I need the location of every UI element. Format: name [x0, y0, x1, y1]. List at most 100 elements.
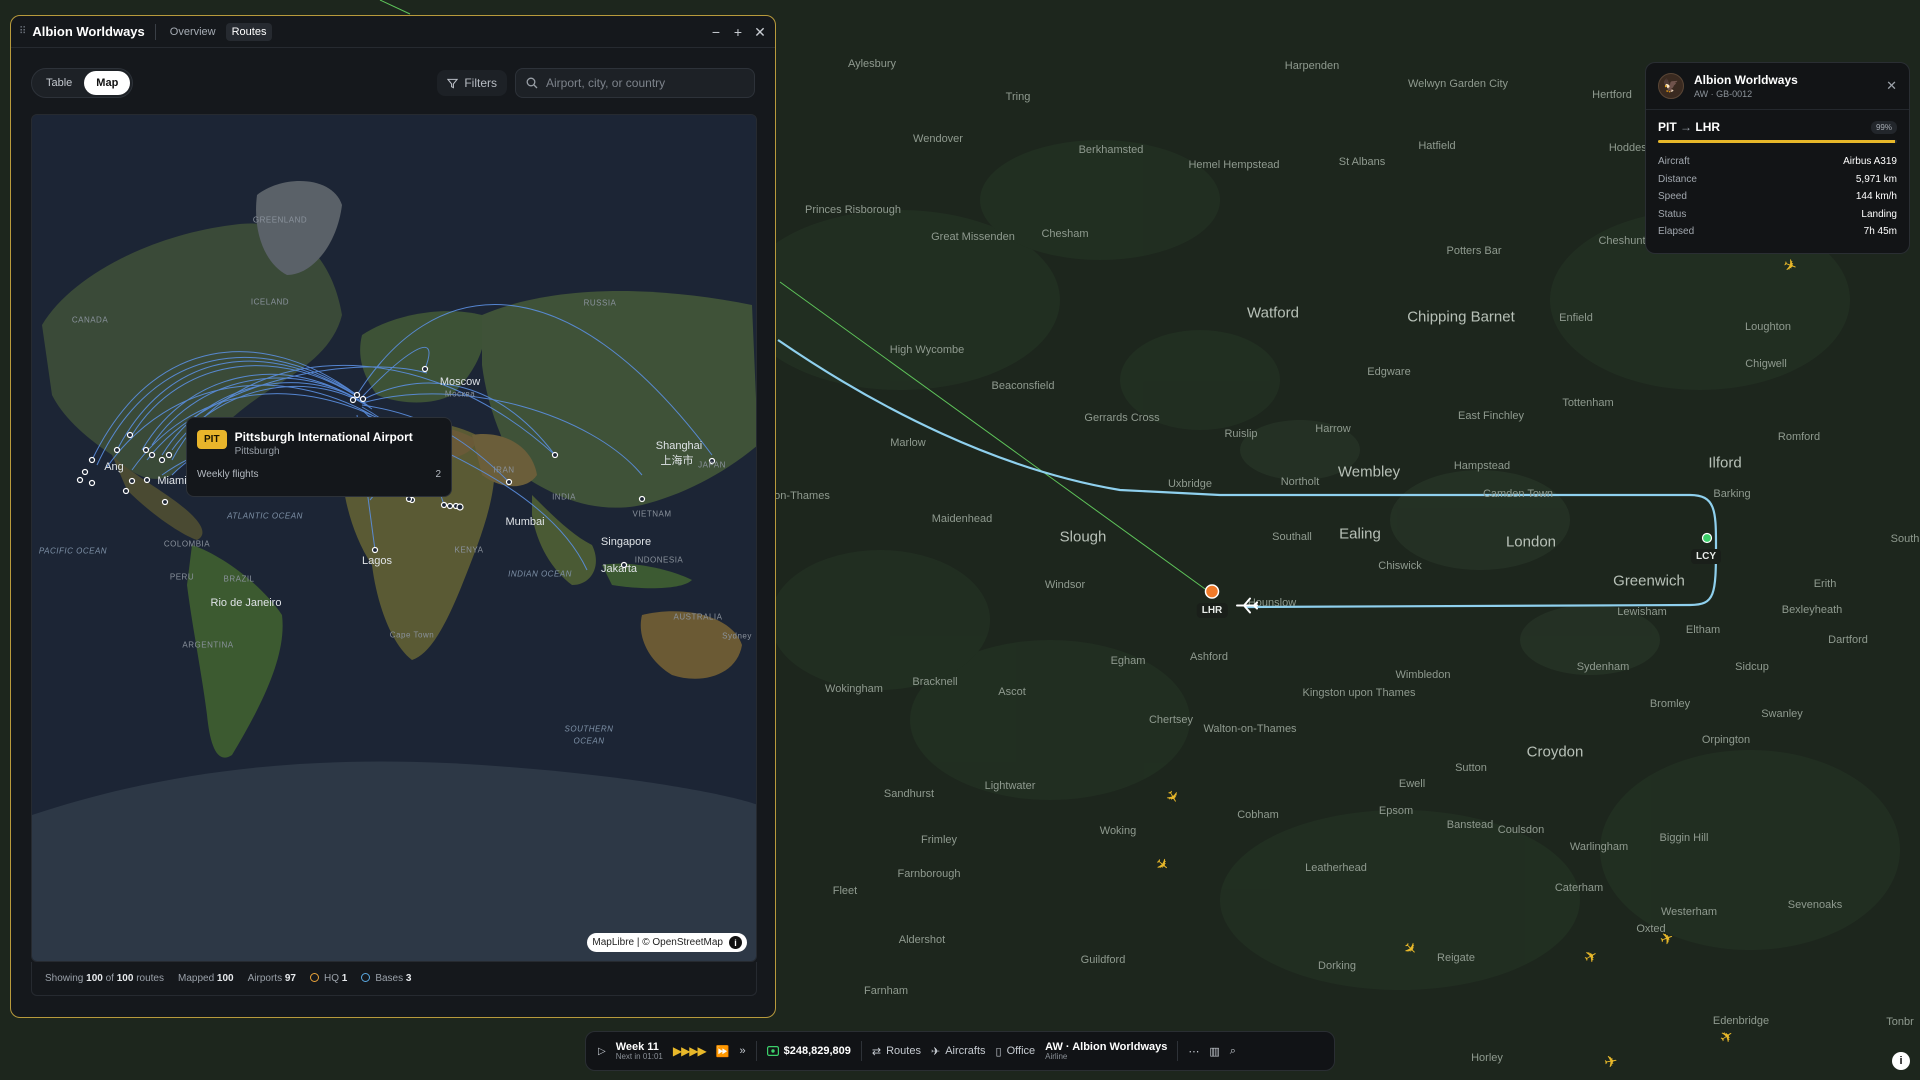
map-place-label: Sutton	[1455, 762, 1487, 774]
map-place-label: Caterham	[1554, 882, 1604, 894]
card-row-label: Distance	[1658, 173, 1697, 185]
search-input[interactable]	[546, 76, 736, 90]
lhr-label[interactable]: LHR	[1196, 603, 1228, 618]
world-label-iran: IRAN	[493, 465, 515, 475]
map-place-label: Cheshunt	[1598, 235, 1646, 247]
map-place-label: Ruislip	[1224, 428, 1258, 440]
speed-indicator[interactable]: ▶▶▶▶	[673, 1044, 707, 1058]
routes-window[interactable]: ⠿ Albion Worldways Overview Routes − + ✕…	[10, 15, 776, 1018]
more-icon[interactable]: ⋯	[1188, 1045, 1199, 1058]
map-place-label: Harpenden	[1284, 60, 1340, 72]
map-place-label: Ealing	[1339, 525, 1381, 543]
map-place-label: Woking	[1099, 825, 1137, 837]
info-icon[interactable]: i	[1892, 1052, 1910, 1070]
map-place-label: Hertford	[1592, 89, 1632, 101]
lhr-airport-pin[interactable]	[1204, 584, 1220, 605]
map-place-label: Aylesbury	[847, 58, 897, 70]
drag-handle-icon[interactable]: ⠿	[19, 26, 26, 37]
map-place-label: Wokingham	[825, 683, 883, 695]
world-label-sydney: Sydney	[722, 631, 752, 641]
airline-selector[interactable]: AW · Albion Worldways Airline	[1045, 1041, 1167, 1062]
map-place-label: Guildford	[1080, 954, 1126, 966]
map-place-label: Biggin Hill	[1659, 832, 1709, 844]
card-row: Speed 144 km/h	[1658, 188, 1897, 206]
view-table-button[interactable]: Table	[34, 71, 84, 95]
world-label-shanghai-local: 上海市	[660, 455, 694, 467]
map-place-label: Coulsdon	[1497, 824, 1545, 836]
map-place-label: Sydenham	[1576, 661, 1630, 673]
window-title: Albion Worldways	[32, 24, 145, 39]
map-place-label: Marlow	[890, 437, 926, 449]
map-place-label: Sevenoaks	[1787, 899, 1843, 911]
world-label-atlantic: ATLANTIC OCEAN	[227, 511, 303, 521]
map-place-label: Walton-on-Thames	[1203, 723, 1297, 735]
skip-icon[interactable]: »	[739, 1045, 745, 1057]
map-place-label: Fleet	[832, 885, 858, 897]
map-place-label: Romford	[1777, 431, 1821, 443]
map-place-label: Swanley	[1761, 708, 1803, 720]
lcy-airport-pin[interactable]	[1701, 531, 1713, 549]
bases-legend: Bases 3	[361, 973, 411, 984]
minimize-icon[interactable]: −	[709, 25, 723, 39]
map-place-label: Horley	[1471, 1052, 1503, 1064]
card-row-value: 144 km/h	[1855, 191, 1897, 203]
search-icon[interactable]: ⌕	[1230, 1045, 1236, 1058]
world-label-pacific: PACIFIC OCEAN	[38, 546, 108, 556]
maximize-icon[interactable]: +	[731, 25, 745, 39]
map-place-label: Chesham	[1041, 228, 1089, 240]
filters-button[interactable]: Filters	[437, 70, 507, 96]
tab-routes[interactable]: Routes	[225, 22, 273, 41]
window-titlebar[interactable]: ⠿ Albion Worldways Overview Routes − + ✕	[11, 16, 775, 48]
view-map-button[interactable]: Map	[84, 71, 131, 95]
filters-label: Filters	[464, 76, 497, 90]
world-label-singapore: Singapore	[600, 536, 652, 548]
world-label-cape-town: Cape Town	[389, 630, 435, 640]
map-place-label: on-Thames	[774, 490, 830, 502]
view-toggle: Table Map	[31, 68, 134, 98]
map-place-label: Warlingham	[1569, 841, 1629, 853]
fast-forward-icon[interactable]: ⏩	[716, 1045, 730, 1058]
tab-overview[interactable]: Overview	[164, 23, 222, 41]
world-label-southern-1: SOUTHERN	[564, 724, 614, 734]
office-button[interactable]: ▯ Office	[996, 1045, 1036, 1058]
map-place-label: Watford	[1247, 304, 1299, 322]
aircrafts-button[interactable]: ✈ Aircrafts	[931, 1045, 986, 1058]
card-row-value: Airbus A319	[1843, 156, 1897, 168]
world-label-canada: CANADA	[71, 315, 109, 325]
map-place-label: Orpington	[1701, 734, 1751, 746]
map-place-label: Berkhamsted	[1078, 144, 1144, 156]
map-place-label: Cobham	[1237, 809, 1279, 821]
progress-percent: 99%	[1870, 120, 1897, 134]
map-icon[interactable]: ▥	[1209, 1045, 1219, 1058]
lcy-label[interactable]: LCY	[1691, 549, 1721, 564]
world-label-argentina: ARGENTINA	[182, 640, 234, 650]
map-place-label: Lightwater	[984, 780, 1036, 792]
weekly-flights-value: 2	[435, 469, 441, 480]
play-icon[interactable]: ▷	[598, 1046, 606, 1057]
flight-detail-card[interactable]: 🦅 Albion Worldways AW · GB-0012 ✕ PIT → …	[1645, 62, 1910, 254]
routes-button[interactable]: ⇄ Routes	[872, 1045, 921, 1058]
world-routes-map[interactable]: GREENLAND ICELAND CANADA RUSSIA Moscow Москва…	[31, 114, 757, 962]
card-airline-name: Albion Worldways	[1694, 73, 1798, 87]
map-place-label: Lewisham	[1617, 606, 1667, 618]
map-place-label: London	[1505, 533, 1557, 551]
selected-aircraft-icon[interactable]	[1236, 597, 1258, 620]
map-place-label: Chertsey	[1148, 714, 1194, 726]
map-place-label: East Finchley	[1457, 410, 1525, 422]
map-place-label: Egham	[1110, 655, 1146, 667]
map-place-label: Tonbr	[1886, 1016, 1914, 1028]
map-place-label: Epsom	[1378, 805, 1414, 817]
map-place-label: Potters Bar	[1446, 245, 1502, 257]
close-icon[interactable]: ✕	[753, 25, 767, 39]
map-place-label: Welwyn Garden City	[1407, 78, 1509, 90]
info-icon[interactable]: i	[729, 936, 742, 949]
card-row-value: 7h 45m	[1863, 226, 1897, 238]
world-label-colombia: COLOMBIA	[163, 539, 211, 549]
map-place-label: Uxbridge	[1167, 478, 1213, 490]
map-attribution[interactable]: MapLibre | © OpenStreetMap i	[587, 933, 747, 952]
map-place-label: Croydon	[1526, 743, 1584, 761]
airport-city: Pittsburgh	[234, 446, 280, 457]
map-place-label: Eltham	[1685, 624, 1721, 636]
world-label-india: INDIA	[552, 492, 576, 502]
close-icon[interactable]: ✕	[1886, 78, 1897, 94]
